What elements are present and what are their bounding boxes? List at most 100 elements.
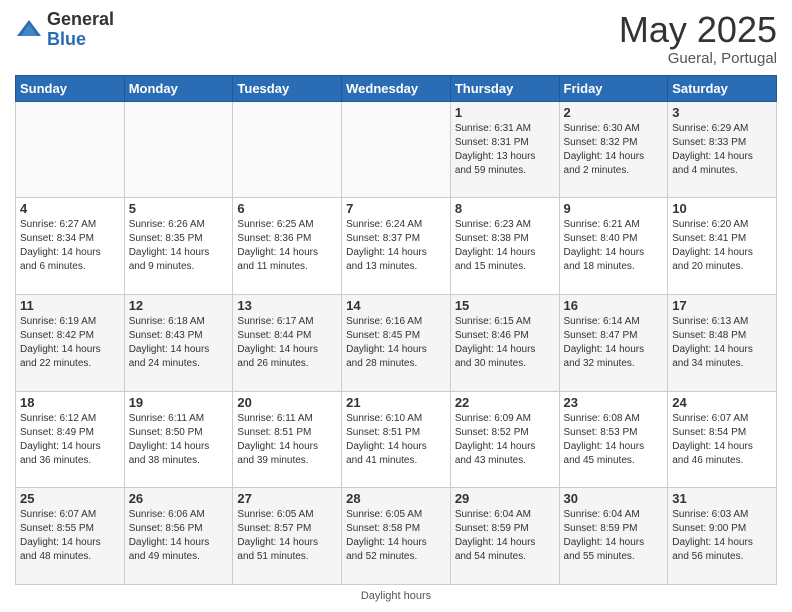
day-number: 12 [129,298,229,313]
day-number: 3 [672,105,772,120]
calendar-body: 1 Sunrise: 6:31 AM Sunset: 8:31 PM Daylig… [16,101,777,584]
calendar-cell: 6Sunrise: 6:25 AM Sunset: 8:36 PM Daylig… [233,198,342,295]
day-info: Sunrise: 6:18 AM Sunset: 8:43 PM Dayligh… [129,315,229,371]
calendar-cell: 25 Sunrise: 6:07 AM Sunset: 8:55 PM Dayli… [16,488,125,585]
day-info: Sunrise: 6:16 AM Sunset: 8:45 PM Dayligh… [346,315,446,371]
day-number: 2 [564,105,664,120]
week-row-2: 11 Sunrise: 6:19 AM Sunset: 8:42 PM Dayli… [16,294,777,391]
day-info: Sunrise: 6:21 AM Sunset: 8:40 PM Dayligh… [564,218,664,274]
calendar-cell: 21 Sunrise: 6:10 AM Sunset: 8:51 PM Dayli… [342,391,451,488]
logo-icon [15,16,43,44]
day-header-sunday: Sunday [16,75,125,101]
day-info: Sunrise: 6:04 AM Sunset: 8:59 PM Dayligh… [455,508,555,564]
calendar-cell: 15 Sunrise: 6:15 AM Sunset: 8:46 PM Dayli… [450,294,559,391]
calendar-cell: 3 Sunrise: 6:29 AM Sunset: 8:33 PM Daylig… [668,101,777,198]
day-info: Sunrise: 6:29 AM Sunset: 8:33 PM Dayligh… [672,122,772,178]
header: General Blue May 2025 Gueral, Portugal [15,10,777,67]
footer: Daylight hours [15,590,777,602]
day-header-monday: Monday [124,75,233,101]
calendar-cell: 1 Sunrise: 6:31 AM Sunset: 8:31 PM Daylig… [450,101,559,198]
day-number: 24 [672,395,772,410]
day-number: 28 [346,491,446,506]
day-number: 6 [237,201,337,216]
day-number: 30 [564,491,664,506]
week-row-0: 1 Sunrise: 6:31 AM Sunset: 8:31 PM Daylig… [16,101,777,198]
calendar-cell: 5 Sunrise: 6:26 AM Sunset: 8:35 PM Daylig… [124,198,233,295]
day-number: 21 [346,395,446,410]
calendar-cell: 30 Sunrise: 6:04 AM Sunset: 8:59 PM Dayli… [559,488,668,585]
calendar-cell: 22Sunrise: 6:09 AM Sunset: 8:52 PM Dayli… [450,391,559,488]
calendar-cell: 16 Sunrise: 6:14 AM Sunset: 8:47 PM Dayli… [559,294,668,391]
day-info: Sunrise: 6:05 AM Sunset: 8:58 PM Dayligh… [346,508,446,564]
day-number: 15 [455,298,555,313]
page: General Blue May 2025 Gueral, Portugal S… [0,0,792,612]
week-row-3: 18 Sunrise: 6:12 AM Sunset: 8:49 PM Dayli… [16,391,777,488]
calendar-cell: 4Sunrise: 6:27 AM Sunset: 8:34 PM Daylig… [16,198,125,295]
day-number: 8 [455,201,555,216]
day-number: 9 [564,201,664,216]
day-number: 20 [237,395,337,410]
calendar-cell [16,101,125,198]
day-number: 1 [455,105,555,120]
day-number: 14 [346,298,446,313]
calendar-header: SundayMondayTuesdayWednesdayThursdayFrid… [16,75,777,101]
day-number: 31 [672,491,772,506]
calendar-cell: 27 Sunrise: 6:05 AM Sunset: 8:57 PM Dayli… [233,488,342,585]
day-number: 25 [20,491,120,506]
calendar-cell: 9 Sunrise: 6:21 AM Sunset: 8:40 PM Daylig… [559,198,668,295]
calendar-cell: 20 Sunrise: 6:11 AM Sunset: 8:51 PM Dayli… [233,391,342,488]
calendar-cell [342,101,451,198]
day-info: Sunrise: 6:04 AM Sunset: 8:59 PM Dayligh… [564,508,664,564]
calendar-cell [124,101,233,198]
day-info: Sunrise: 6:14 AM Sunset: 8:47 PM Dayligh… [564,315,664,371]
day-header-saturday: Saturday [668,75,777,101]
logo-text: General Blue [47,10,114,50]
calendar-cell: 14 Sunrise: 6:16 AM Sunset: 8:45 PM Dayli… [342,294,451,391]
day-info: Sunrise: 6:06 AM Sunset: 8:56 PM Dayligh… [129,508,229,564]
day-info: Sunrise: 6:27 AM Sunset: 8:34 PM Dayligh… [20,218,120,274]
day-number: 16 [564,298,664,313]
day-info: Sunrise: 6:30 AM Sunset: 8:32 PM Dayligh… [564,122,664,178]
calendar-cell: 8 Sunrise: 6:23 AM Sunset: 8:38 PM Daylig… [450,198,559,295]
day-info: Sunrise: 6:15 AM Sunset: 8:46 PM Dayligh… [455,315,555,371]
calendar-cell: 31 Sunrise: 6:03 AM Sunset: 9:00 PM Dayli… [668,488,777,585]
day-number: 7 [346,201,446,216]
day-header-friday: Friday [559,75,668,101]
day-header-wednesday: Wednesday [342,75,451,101]
day-info: Sunrise: 6:10 AM Sunset: 8:51 PM Dayligh… [346,412,446,468]
day-number: 27 [237,491,337,506]
day-number: 17 [672,298,772,313]
day-number: 19 [129,395,229,410]
day-info: Sunrise: 6:24 AM Sunset: 8:37 PM Dayligh… [346,218,446,274]
day-info: Sunrise: 6:11 AM Sunset: 8:50 PM Dayligh… [129,412,229,468]
day-info: Sunrise: 6:31 AM Sunset: 8:31 PM Dayligh… [455,122,555,178]
day-info: Sunrise: 6:12 AM Sunset: 8:49 PM Dayligh… [20,412,120,468]
day-number: 26 [129,491,229,506]
title-block: May 2025 Gueral, Portugal [619,10,777,67]
calendar-table: SundayMondayTuesdayWednesdayThursdayFrid… [15,75,777,585]
calendar-cell: 26 Sunrise: 6:06 AM Sunset: 8:56 PM Dayli… [124,488,233,585]
day-info: Sunrise: 6:05 AM Sunset: 8:57 PM Dayligh… [237,508,337,564]
day-info: Sunrise: 6:07 AM Sunset: 8:55 PM Dayligh… [20,508,120,564]
day-info: Sunrise: 6:08 AM Sunset: 8:53 PM Dayligh… [564,412,664,468]
calendar-cell: 7 Sunrise: 6:24 AM Sunset: 8:37 PM Daylig… [342,198,451,295]
calendar-cell: 23 Sunrise: 6:08 AM Sunset: 8:53 PM Dayli… [559,391,668,488]
calendar-cell: 10Sunrise: 6:20 AM Sunset: 8:41 PM Dayli… [668,198,777,295]
week-row-1: 4Sunrise: 6:27 AM Sunset: 8:34 PM Daylig… [16,198,777,295]
day-number: 23 [564,395,664,410]
day-header-tuesday: Tuesday [233,75,342,101]
day-info: Sunrise: 6:23 AM Sunset: 8:38 PM Dayligh… [455,218,555,274]
day-info: Sunrise: 6:11 AM Sunset: 8:51 PM Dayligh… [237,412,337,468]
calendar-cell: 29 Sunrise: 6:04 AM Sunset: 8:59 PM Dayli… [450,488,559,585]
day-number: 18 [20,395,120,410]
calendar-cell: 19 Sunrise: 6:11 AM Sunset: 8:50 PM Dayli… [124,391,233,488]
day-info: Sunrise: 6:03 AM Sunset: 9:00 PM Dayligh… [672,508,772,564]
day-info: Sunrise: 6:19 AM Sunset: 8:42 PM Dayligh… [20,315,120,371]
day-number: 29 [455,491,555,506]
calendar-cell: 28 Sunrise: 6:05 AM Sunset: 8:58 PM Dayli… [342,488,451,585]
day-number: 11 [20,298,120,313]
calendar-cell: 13Sunrise: 6:17 AM Sunset: 8:44 PM Dayli… [233,294,342,391]
day-info: Sunrise: 6:20 AM Sunset: 8:41 PM Dayligh… [672,218,772,274]
day-info: Sunrise: 6:26 AM Sunset: 8:35 PM Dayligh… [129,218,229,274]
day-number: 5 [129,201,229,216]
